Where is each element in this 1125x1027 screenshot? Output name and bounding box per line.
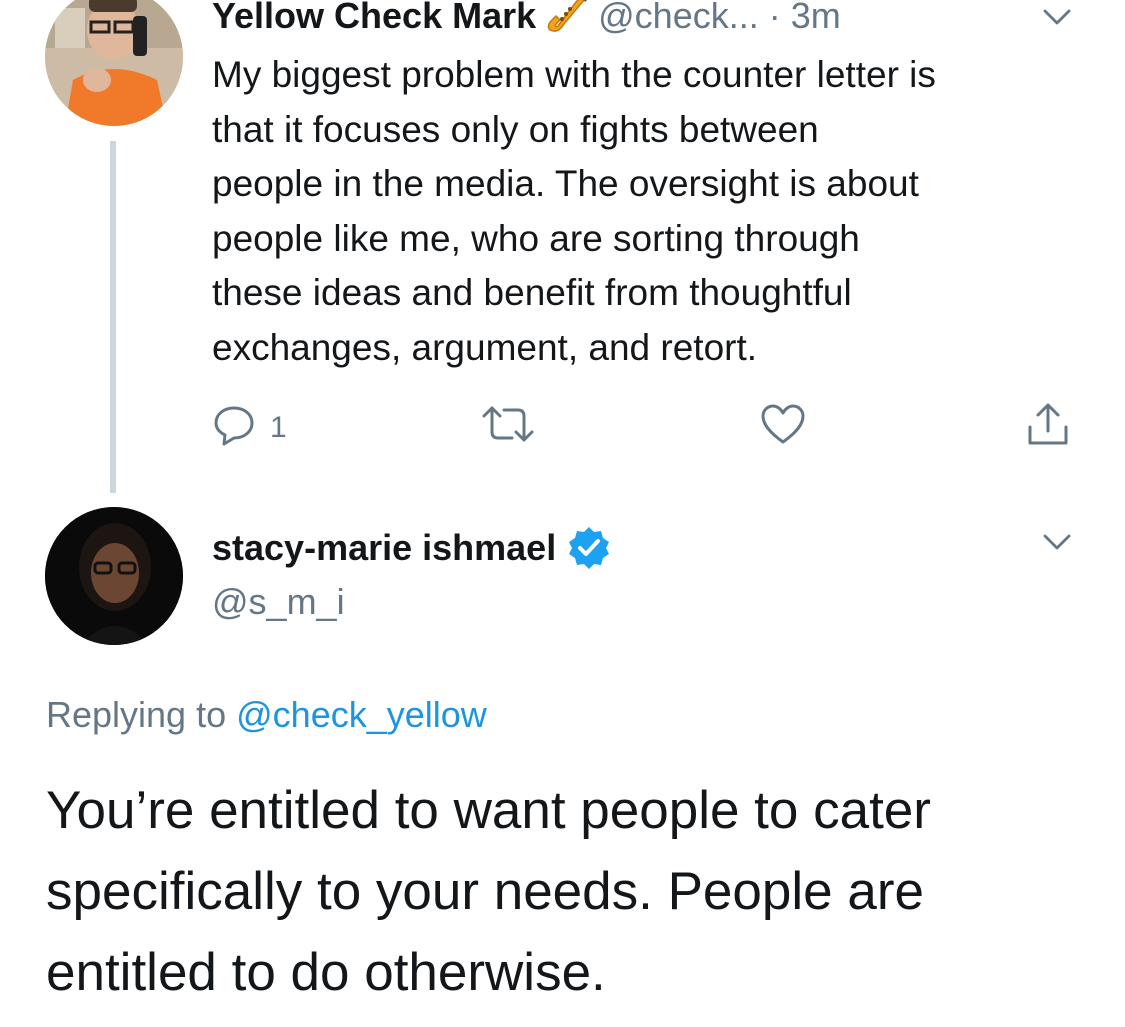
avatar-yellow-check-mark[interactable] [45,0,183,126]
avatar-image [45,0,183,126]
reply-button[interactable]: 1 [212,402,287,454]
like-icon [759,402,807,454]
like-button[interactable] [759,402,807,454]
avatar-stacy-marie-ishmael[interactable] [45,507,183,645]
retweet-button[interactable] [480,402,536,454]
thread-connector-line [110,141,116,493]
parent-tweet-header: Yellow Check Mark @check... · 3m [212,0,841,42]
handle[interactable]: @check... [598,0,759,42]
share-button[interactable] [1024,402,1072,454]
handle[interactable]: @s_m_i [212,577,345,627]
reply-tweet-header: stacy-marie ishmael [212,522,612,574]
display-name[interactable]: Yellow Check Mark [212,0,536,42]
replying-prefix: Replying to [46,694,227,735]
separator-dot: · [768,0,781,36]
display-name[interactable]: stacy-marie ishmael [212,527,556,569]
retweet-icon [480,402,536,454]
chevron-down-icon[interactable] [1042,8,1072,26]
replying-mention-link[interactable]: @check_yellow [236,694,487,735]
tweet-thread: Yellow Check Mark @check... · 3m My bigg… [0,0,1125,1027]
parent-tweet-text: My biggest problem with the counter lett… [212,54,936,368]
verified-badge-icon [566,525,612,571]
reply-icon [212,402,256,454]
timestamp[interactable]: 3m [791,0,841,42]
tweet-actions: 1 [212,402,1082,454]
reply-tweet-text: You’re entitled to want people to cater … [46,781,931,1002]
replying-to-line: Replying to @check_yellow [46,690,487,740]
reply-count: 1 [270,411,287,444]
chevron-down-icon[interactable] [1042,533,1072,551]
share-icon [1024,401,1072,455]
avatar-image [45,507,183,645]
saxophone-icon [544,0,592,38]
